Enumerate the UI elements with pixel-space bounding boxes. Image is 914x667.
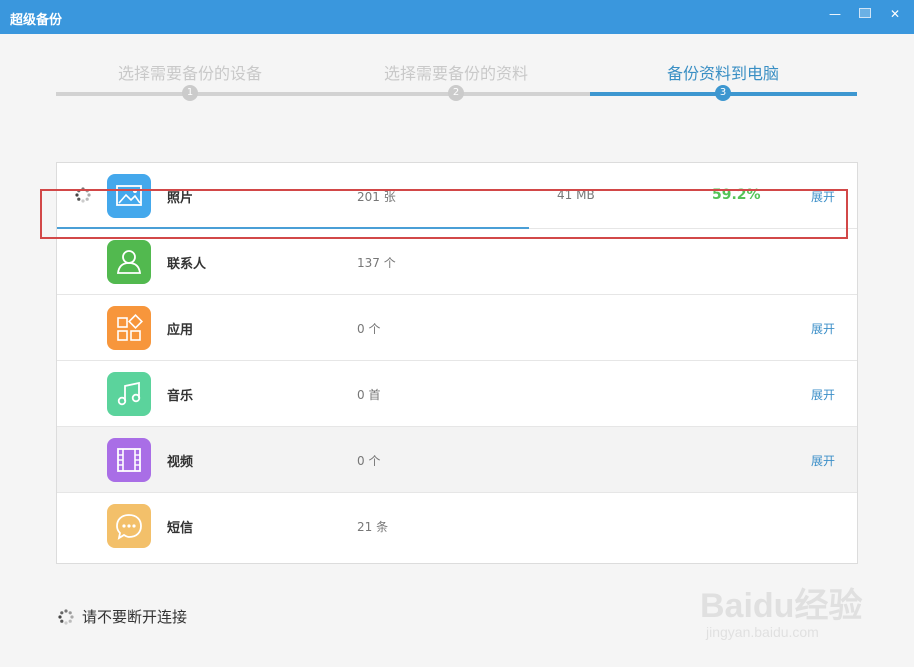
minimize-button[interactable]: — [826,6,844,22]
window-title: 超级备份 [10,13,63,28]
item-name: 应用 [167,323,194,338]
item-count: 0 个 [357,322,381,336]
step-1-dot: 1 [182,85,198,101]
step-1-label: 选择需要备份的设备 [117,64,262,83]
item-name: 视频 [167,455,194,470]
connection-status: 请不要断开连接 [58,606,187,627]
status-text: 请不要断开连接 [82,608,188,626]
item-count: 21 条 [357,520,389,534]
item-name: 联系人 [167,257,207,272]
step-2-dot: 2 [448,85,464,101]
item-name: 音乐 [167,389,194,404]
expand-link[interactable]: 展开 [811,452,835,469]
step-2-label: 选择需要备份的资料 [383,64,528,83]
item-count: 137 个 [357,256,396,270]
close-button[interactable]: ✕ [886,6,904,22]
watermark-url: jingyan.baidu.com [706,624,819,640]
expand-link[interactable]: 展开 [811,320,835,337]
step-3-label: 备份资料到电脑 [666,64,779,83]
step-3-dot: 3 [715,85,731,101]
baidu-watermark: Baidu经验 jingyan.baidu.com [700,578,870,648]
item-name: 短信 [167,521,194,536]
title-bar: 超级备份 — ✕ [0,0,914,34]
maximize-icon [859,8,871,18]
list-item-sms: 短信 21 条 [57,493,857,558]
video-icon [107,438,151,482]
expand-link[interactable]: 展开 [811,386,835,403]
item-count: 0 首 [357,388,381,402]
loading-spinner-icon [58,608,74,625]
apps-icon [107,306,151,350]
contact-icon [107,240,151,284]
highlight-annotation-box [40,189,848,239]
step-track-inactive [56,92,590,96]
list-item-music: 音乐 0 首 展开 [57,361,857,427]
maximize-button[interactable] [856,6,874,22]
music-icon [107,372,151,416]
list-item-apps: 应用 0 个 展开 [57,295,857,361]
item-count: 0 个 [357,454,381,468]
watermark-logo: Baidu经验 [700,587,863,625]
sms-icon [107,504,151,548]
list-item-video: 视频 0 个 展开 [57,427,857,493]
